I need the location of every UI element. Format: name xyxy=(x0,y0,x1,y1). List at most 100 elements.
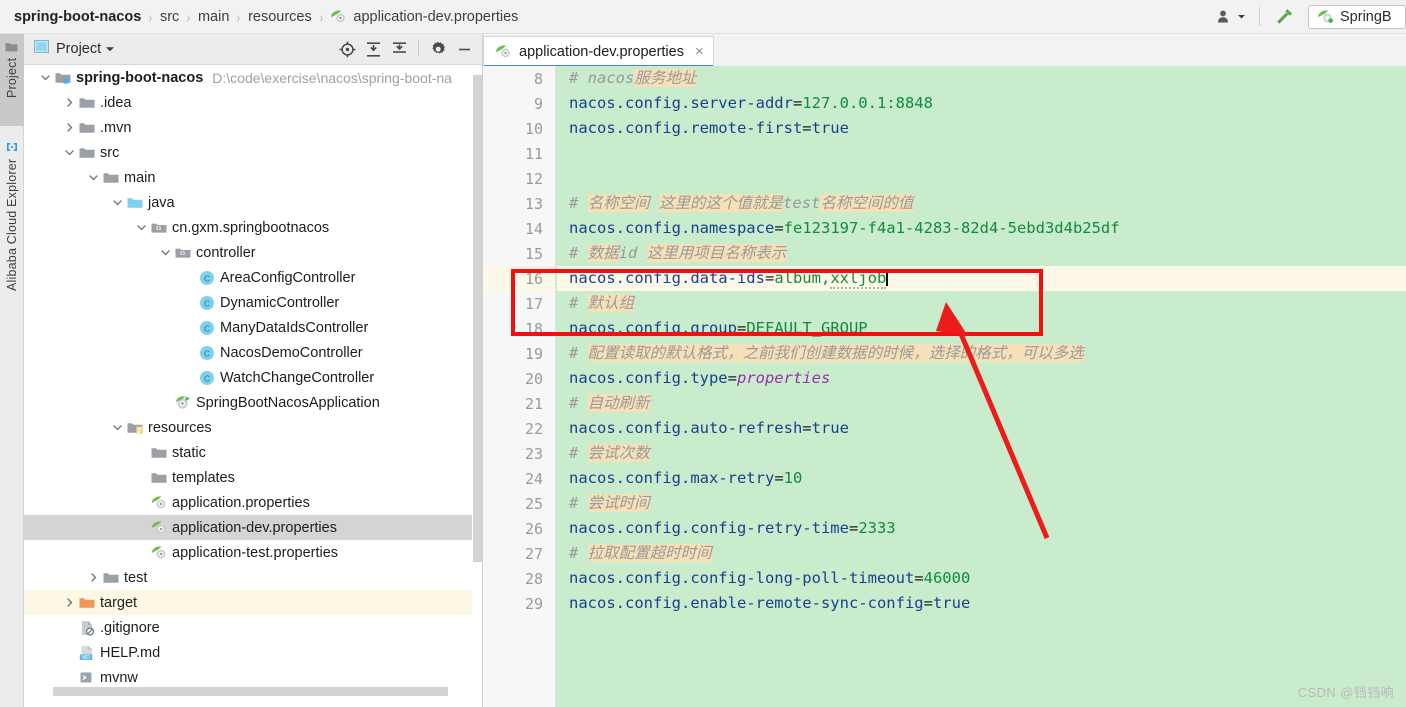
scrollbar-thumb[interactable] xyxy=(53,687,448,696)
tree-node-nacosdemocontroller[interactable]: C NacosDemoController xyxy=(24,340,482,365)
line-number[interactable]: 9 xyxy=(483,91,555,116)
code-editor[interactable]: 8 9 10 11 12 13 14 15 16 17 18 19 20 21 22 23 24 25 26 27 28… xyxy=(483,66,1406,707)
line-number[interactable]: 17 xyxy=(483,291,555,316)
chevron-down-icon[interactable] xyxy=(38,70,53,85)
code-line[interactable] xyxy=(557,141,1406,166)
tree-node-manydataidscontroller[interactable]: C ManyDataIdsController xyxy=(24,315,482,340)
tree-node-dynamiccontroller[interactable]: C DynamicController xyxy=(24,290,482,315)
breadcrumb-item-src[interactable]: src xyxy=(160,9,179,25)
code-line[interactable]: # 名称空间 这里的这个值就是test名称空间的值 xyxy=(557,191,1406,216)
code-line[interactable]: # 尝试次数 xyxy=(557,441,1406,466)
tree-node-src[interactable]: src xyxy=(24,140,482,165)
code-content[interactable]: # nacos服务地址 nacos.config.server-addr=127.… xyxy=(557,66,1406,707)
code-line[interactable]: nacos.config.remote-first=true xyxy=(557,116,1406,141)
line-number[interactable]: 20 xyxy=(483,366,555,391)
breadcrumb-item-main[interactable]: main xyxy=(198,9,229,25)
line-number[interactable]: 18 xyxy=(483,316,555,341)
breadcrumb-item-file[interactable]: application-dev.properties xyxy=(330,9,518,25)
expand-all-icon[interactable] xyxy=(361,37,385,61)
code-line[interactable]: nacos.config.config-long-poll-timeout=46… xyxy=(557,566,1406,591)
line-number[interactable]: 12 xyxy=(483,166,555,191)
tree-node-cn-gxm-springbootnacos[interactable]: cn.gxm.springbootnacos xyxy=(24,215,482,240)
code-line[interactable]: # 数据id 这里用项目名称表示 xyxy=(557,241,1406,266)
code-line[interactable]: # 默认组 xyxy=(557,291,1406,316)
scrollbar-thumb[interactable] xyxy=(473,75,482,562)
line-number[interactable]: 14 xyxy=(483,216,555,241)
code-line[interactable]: nacos.config.data-ids=album,xxljob xyxy=(557,266,1406,291)
tree-node-java[interactable]: java xyxy=(24,190,482,215)
project-view-dropdown[interactable] xyxy=(101,37,119,61)
chevron-down-icon[interactable] xyxy=(134,220,149,235)
sidebar-item-alibaba-cloud-explorer[interactable]: Alibaba Cloud Explorer xyxy=(0,134,24,349)
code-line[interactable]: # 尝试时间 xyxy=(557,491,1406,516)
tree-node--idea[interactable]: .idea xyxy=(24,90,482,115)
chevron-down-icon[interactable] xyxy=(158,245,173,260)
close-icon[interactable]: × xyxy=(695,44,704,59)
tree-node-spring-boot-nacos[interactable]: spring-boot-nacos D:\code\exercise\nacos\… xyxy=(24,65,482,90)
line-number[interactable]: 16 xyxy=(483,266,555,291)
code-line[interactable]: nacos.config.namespace=fe123197-f4a1-428… xyxy=(557,216,1406,241)
code-line[interactable]: nacos.config.group=DEFAULT_GROUP xyxy=(557,316,1406,341)
run-configuration-selector[interactable]: SpringB xyxy=(1308,4,1406,29)
project-tree-vertical-scrollbar[interactable] xyxy=(472,65,482,665)
sidebar-item-project[interactable]: Project xyxy=(0,34,24,126)
line-number[interactable]: 28 xyxy=(483,566,555,591)
line-number[interactable]: 26 xyxy=(483,516,555,541)
line-number-gutter[interactable]: 8 9 10 11 12 13 14 15 16 17 18 19 20 21 22 23 24 25 26 27 28… xyxy=(483,66,556,707)
line-number[interactable]: 23 xyxy=(483,441,555,466)
line-number[interactable]: 8 xyxy=(483,66,555,91)
user-account-button[interactable] xyxy=(1210,0,1253,34)
chevron-down-icon[interactable] xyxy=(62,145,77,160)
line-number[interactable]: 21 xyxy=(483,391,555,416)
code-line[interactable]: # 自动刷新 xyxy=(557,391,1406,416)
collapse-all-icon[interactable] xyxy=(387,37,411,61)
line-number[interactable]: 10 xyxy=(483,116,555,141)
chevron-right-icon[interactable] xyxy=(62,595,77,610)
code-line[interactable]: # nacos服务地址 xyxy=(557,66,1406,91)
line-number[interactable]: 13 xyxy=(483,191,555,216)
tree-node--mvn[interactable]: .mvn xyxy=(24,115,482,140)
chevron-right-icon[interactable] xyxy=(62,95,77,110)
tree-node-areaconfigcontroller[interactable]: C AreaConfigController xyxy=(24,265,482,290)
chevron-down-icon[interactable] xyxy=(86,170,101,185)
project-tree-horizontal-scrollbar[interactable] xyxy=(24,687,473,697)
tree-node-templates[interactable]: templates xyxy=(24,465,482,490)
tree-node-main[interactable]: main xyxy=(24,165,482,190)
tree-node-test[interactable]: test xyxy=(24,565,482,590)
tree-node-controller[interactable]: controller xyxy=(24,240,482,265)
tree-node-help-md[interactable]: MD HELP.md xyxy=(24,640,482,665)
code-line[interactable]: nacos.config.enable-remote-sync-config=t… xyxy=(557,591,1406,616)
code-line[interactable]: nacos.config.auto-refresh=true xyxy=(557,416,1406,441)
code-line[interactable]: nacos.config.type=properties xyxy=(557,366,1406,391)
line-number[interactable]: 22 xyxy=(483,416,555,441)
tree-node-application-dev-properties[interactable]: application-dev.properties xyxy=(24,515,482,540)
chevron-down-icon[interactable] xyxy=(110,195,125,210)
code-line[interactable]: nacos.config.server-addr=127.0.0.1:8848 xyxy=(557,91,1406,116)
line-number[interactable]: 15 xyxy=(483,241,555,266)
gear-icon[interactable] xyxy=(426,37,450,61)
tree-node-springbootnacosapplication[interactable]: SpringBootNacosApplication xyxy=(24,390,482,415)
line-number[interactable]: 24 xyxy=(483,466,555,491)
tree-node-watchchangecontroller[interactable]: C WatchChangeController xyxy=(24,365,482,390)
line-number[interactable]: 19 xyxy=(483,341,555,366)
line-number[interactable]: 11 xyxy=(483,141,555,166)
chevron-right-icon[interactable] xyxy=(86,570,101,585)
tab-application-dev-properties[interactable]: application-dev.properties × xyxy=(483,36,714,68)
line-number[interactable]: 27 xyxy=(483,541,555,566)
code-line[interactable]: nacos.config.config-retry-time=2333 xyxy=(557,516,1406,541)
minimize-icon[interactable] xyxy=(452,37,476,61)
build-project-button[interactable] xyxy=(1266,0,1302,34)
tree-node-target[interactable]: target xyxy=(24,590,482,615)
code-line[interactable]: # 配置读取的默认格式，之前我们创建数据的时候，选择的格式，可以多选 xyxy=(557,341,1406,366)
tree-node-static[interactable]: static xyxy=(24,440,482,465)
chevron-right-icon[interactable] xyxy=(62,120,77,135)
breadcrumb-item-project[interactable]: spring-boot-nacos xyxy=(14,9,141,25)
tree-node-application-test-properties[interactable]: application-test.properties xyxy=(24,540,482,565)
project-tree[interactable]: spring-boot-nacos D:\code\exercise\nacos\… xyxy=(24,65,482,707)
chevron-down-icon[interactable] xyxy=(110,420,125,435)
code-line[interactable]: # 拉取配置超时时间 xyxy=(557,541,1406,566)
breadcrumb-item-resources[interactable]: resources xyxy=(248,9,312,25)
line-number[interactable]: 25 xyxy=(483,491,555,516)
line-number[interactable]: 29 xyxy=(483,591,555,616)
code-line[interactable]: nacos.config.max-retry=10 xyxy=(557,466,1406,491)
